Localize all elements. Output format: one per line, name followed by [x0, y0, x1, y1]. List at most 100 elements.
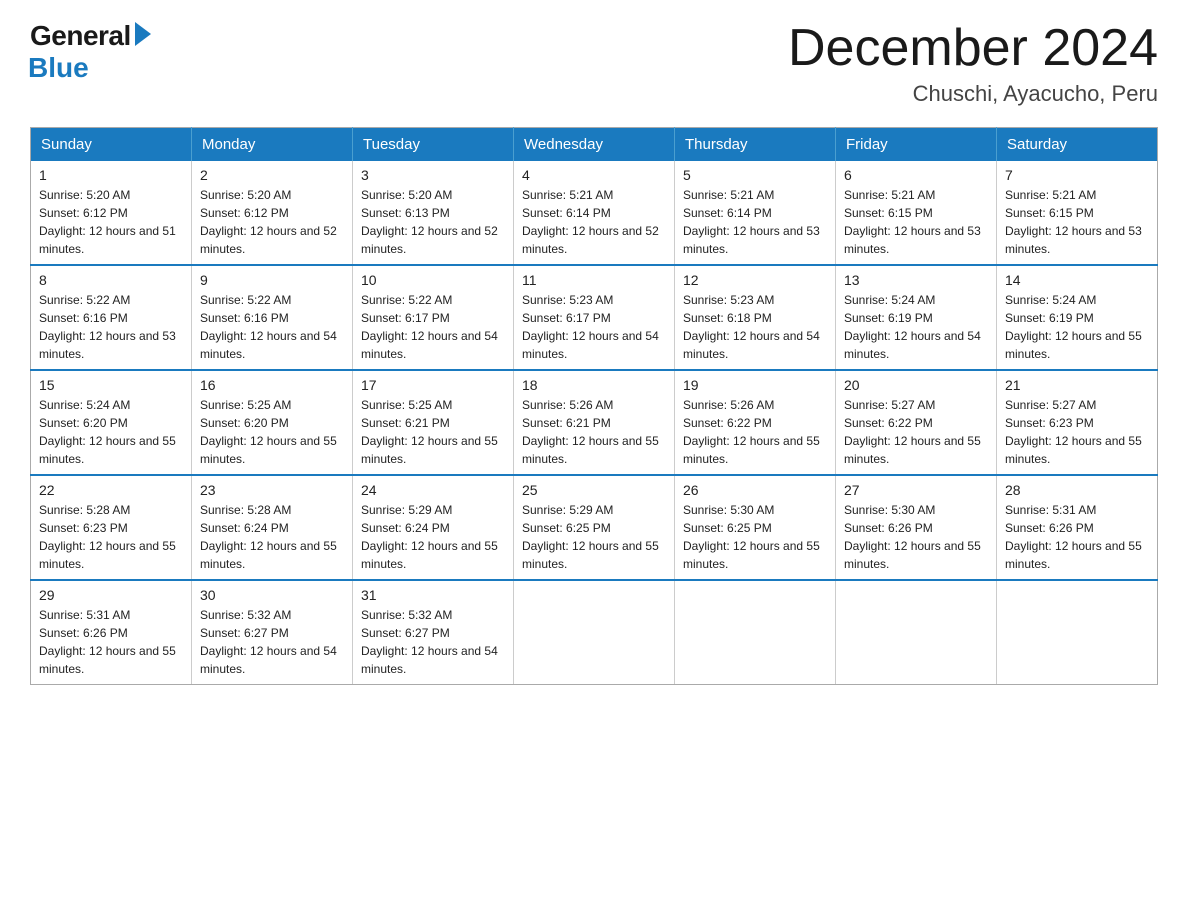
- day-info: Sunrise: 5:23 AMSunset: 6:18 PMDaylight:…: [683, 293, 820, 361]
- calendar-header-row: SundayMondayTuesdayWednesdayThursdayFrid…: [31, 128, 1158, 162]
- day-info: Sunrise: 5:25 AMSunset: 6:21 PMDaylight:…: [361, 398, 498, 466]
- calendar-day-cell: [997, 580, 1158, 685]
- day-number: 14: [1005, 272, 1149, 288]
- calendar-week-2: 8 Sunrise: 5:22 AMSunset: 6:16 PMDayligh…: [31, 265, 1158, 370]
- calendar-day-cell: 30 Sunrise: 5:32 AMSunset: 6:27 PMDaylig…: [192, 580, 353, 685]
- calendar-week-4: 22 Sunrise: 5:28 AMSunset: 6:23 PMDaylig…: [31, 475, 1158, 580]
- day-info: Sunrise: 5:32 AMSunset: 6:27 PMDaylight:…: [200, 608, 337, 676]
- column-header-sunday: Sunday: [31, 128, 192, 162]
- day-number: 29: [39, 587, 183, 603]
- calendar-day-cell: 8 Sunrise: 5:22 AMSunset: 6:16 PMDayligh…: [31, 265, 192, 370]
- calendar-day-cell: 1 Sunrise: 5:20 AMSunset: 6:12 PMDayligh…: [31, 161, 192, 265]
- column-header-thursday: Thursday: [675, 128, 836, 162]
- calendar-day-cell: 7 Sunrise: 5:21 AMSunset: 6:15 PMDayligh…: [997, 161, 1158, 265]
- calendar-day-cell: 19 Sunrise: 5:26 AMSunset: 6:22 PMDaylig…: [675, 370, 836, 475]
- calendar-day-cell: 26 Sunrise: 5:30 AMSunset: 6:25 PMDaylig…: [675, 475, 836, 580]
- day-number: 11: [522, 272, 666, 288]
- column-header-saturday: Saturday: [997, 128, 1158, 162]
- day-info: Sunrise: 5:29 AMSunset: 6:24 PMDaylight:…: [361, 503, 498, 571]
- day-number: 23: [200, 482, 344, 498]
- calendar-day-cell: 21 Sunrise: 5:27 AMSunset: 6:23 PMDaylig…: [997, 370, 1158, 475]
- day-info: Sunrise: 5:21 AMSunset: 6:14 PMDaylight:…: [522, 188, 659, 256]
- calendar-day-cell: 23 Sunrise: 5:28 AMSunset: 6:24 PMDaylig…: [192, 475, 353, 580]
- calendar-day-cell: 25 Sunrise: 5:29 AMSunset: 6:25 PMDaylig…: [514, 475, 675, 580]
- calendar-week-3: 15 Sunrise: 5:24 AMSunset: 6:20 PMDaylig…: [31, 370, 1158, 475]
- day-info: Sunrise: 5:22 AMSunset: 6:16 PMDaylight:…: [39, 293, 176, 361]
- calendar-day-cell: 10 Sunrise: 5:22 AMSunset: 6:17 PMDaylig…: [353, 265, 514, 370]
- day-info: Sunrise: 5:31 AMSunset: 6:26 PMDaylight:…: [1005, 503, 1142, 571]
- calendar-day-cell: 5 Sunrise: 5:21 AMSunset: 6:14 PMDayligh…: [675, 161, 836, 265]
- page-header: General Blue December 2024 Chuschi, Ayac…: [30, 20, 1158, 107]
- day-info: Sunrise: 5:24 AMSunset: 6:19 PMDaylight:…: [1005, 293, 1142, 361]
- column-header-monday: Monday: [192, 128, 353, 162]
- day-info: Sunrise: 5:21 AMSunset: 6:15 PMDaylight:…: [844, 188, 981, 256]
- calendar-day-cell: 11 Sunrise: 5:23 AMSunset: 6:17 PMDaylig…: [514, 265, 675, 370]
- day-info: Sunrise: 5:24 AMSunset: 6:20 PMDaylight:…: [39, 398, 176, 466]
- day-info: Sunrise: 5:24 AMSunset: 6:19 PMDaylight:…: [844, 293, 981, 361]
- column-header-friday: Friday: [836, 128, 997, 162]
- day-number: 12: [683, 272, 827, 288]
- day-number: 19: [683, 377, 827, 393]
- day-info: Sunrise: 5:28 AMSunset: 6:24 PMDaylight:…: [200, 503, 337, 571]
- calendar-day-cell: 2 Sunrise: 5:20 AMSunset: 6:12 PMDayligh…: [192, 161, 353, 265]
- day-info: Sunrise: 5:27 AMSunset: 6:22 PMDaylight:…: [844, 398, 981, 466]
- day-info: Sunrise: 5:23 AMSunset: 6:17 PMDaylight:…: [522, 293, 659, 361]
- day-info: Sunrise: 5:28 AMSunset: 6:23 PMDaylight:…: [39, 503, 176, 571]
- day-info: Sunrise: 5:30 AMSunset: 6:25 PMDaylight:…: [683, 503, 820, 571]
- logo-arrow-icon: [135, 22, 151, 46]
- calendar-day-cell: 27 Sunrise: 5:30 AMSunset: 6:26 PMDaylig…: [836, 475, 997, 580]
- calendar-week-1: 1 Sunrise: 5:20 AMSunset: 6:12 PMDayligh…: [31, 161, 1158, 265]
- day-number: 20: [844, 377, 988, 393]
- day-number: 22: [39, 482, 183, 498]
- day-number: 5: [683, 167, 827, 183]
- day-info: Sunrise: 5:31 AMSunset: 6:26 PMDaylight:…: [39, 608, 176, 676]
- day-number: 27: [844, 482, 988, 498]
- calendar-day-cell: 18 Sunrise: 5:26 AMSunset: 6:21 PMDaylig…: [514, 370, 675, 475]
- calendar-day-cell: 12 Sunrise: 5:23 AMSunset: 6:18 PMDaylig…: [675, 265, 836, 370]
- calendar-day-cell: 16 Sunrise: 5:25 AMSunset: 6:20 PMDaylig…: [192, 370, 353, 475]
- day-number: 18: [522, 377, 666, 393]
- day-info: Sunrise: 5:20 AMSunset: 6:12 PMDaylight:…: [200, 188, 337, 256]
- logo-blue-text: Blue: [28, 52, 89, 84]
- day-number: 25: [522, 482, 666, 498]
- day-number: 6: [844, 167, 988, 183]
- day-info: Sunrise: 5:22 AMSunset: 6:17 PMDaylight:…: [361, 293, 498, 361]
- calendar-day-cell: 20 Sunrise: 5:27 AMSunset: 6:22 PMDaylig…: [836, 370, 997, 475]
- calendar-day-cell: 29 Sunrise: 5:31 AMSunset: 6:26 PMDaylig…: [31, 580, 192, 685]
- day-number: 4: [522, 167, 666, 183]
- day-number: 2: [200, 167, 344, 183]
- calendar-day-cell: [675, 580, 836, 685]
- day-number: 15: [39, 377, 183, 393]
- calendar-day-cell: 15 Sunrise: 5:24 AMSunset: 6:20 PMDaylig…: [31, 370, 192, 475]
- day-number: 7: [1005, 167, 1149, 183]
- day-number: 21: [1005, 377, 1149, 393]
- day-info: Sunrise: 5:30 AMSunset: 6:26 PMDaylight:…: [844, 503, 981, 571]
- title-block: December 2024 Chuschi, Ayacucho, Peru: [788, 20, 1158, 107]
- day-info: Sunrise: 5:32 AMSunset: 6:27 PMDaylight:…: [361, 608, 498, 676]
- day-number: 8: [39, 272, 183, 288]
- column-header-wednesday: Wednesday: [514, 128, 675, 162]
- calendar-day-cell: 9 Sunrise: 5:22 AMSunset: 6:16 PMDayligh…: [192, 265, 353, 370]
- day-number: 3: [361, 167, 505, 183]
- calendar-day-cell: 17 Sunrise: 5:25 AMSunset: 6:21 PMDaylig…: [353, 370, 514, 475]
- calendar-day-cell: 13 Sunrise: 5:24 AMSunset: 6:19 PMDaylig…: [836, 265, 997, 370]
- calendar-day-cell: 22 Sunrise: 5:28 AMSunset: 6:23 PMDaylig…: [31, 475, 192, 580]
- day-info: Sunrise: 5:21 AMSunset: 6:14 PMDaylight:…: [683, 188, 820, 256]
- day-info: Sunrise: 5:29 AMSunset: 6:25 PMDaylight:…: [522, 503, 659, 571]
- day-number: 9: [200, 272, 344, 288]
- column-header-tuesday: Tuesday: [353, 128, 514, 162]
- day-number: 28: [1005, 482, 1149, 498]
- calendar-day-cell: 24 Sunrise: 5:29 AMSunset: 6:24 PMDaylig…: [353, 475, 514, 580]
- day-info: Sunrise: 5:26 AMSunset: 6:22 PMDaylight:…: [683, 398, 820, 466]
- day-number: 26: [683, 482, 827, 498]
- day-info: Sunrise: 5:21 AMSunset: 6:15 PMDaylight:…: [1005, 188, 1142, 256]
- day-info: Sunrise: 5:25 AMSunset: 6:20 PMDaylight:…: [200, 398, 337, 466]
- calendar-day-cell: 31 Sunrise: 5:32 AMSunset: 6:27 PMDaylig…: [353, 580, 514, 685]
- calendar-day-cell: [836, 580, 997, 685]
- calendar-day-cell: 6 Sunrise: 5:21 AMSunset: 6:15 PMDayligh…: [836, 161, 997, 265]
- calendar-day-cell: 3 Sunrise: 5:20 AMSunset: 6:13 PMDayligh…: [353, 161, 514, 265]
- calendar-week-5: 29 Sunrise: 5:31 AMSunset: 6:26 PMDaylig…: [31, 580, 1158, 685]
- day-number: 31: [361, 587, 505, 603]
- day-info: Sunrise: 5:20 AMSunset: 6:12 PMDaylight:…: [39, 188, 176, 256]
- day-info: Sunrise: 5:22 AMSunset: 6:16 PMDaylight:…: [200, 293, 337, 361]
